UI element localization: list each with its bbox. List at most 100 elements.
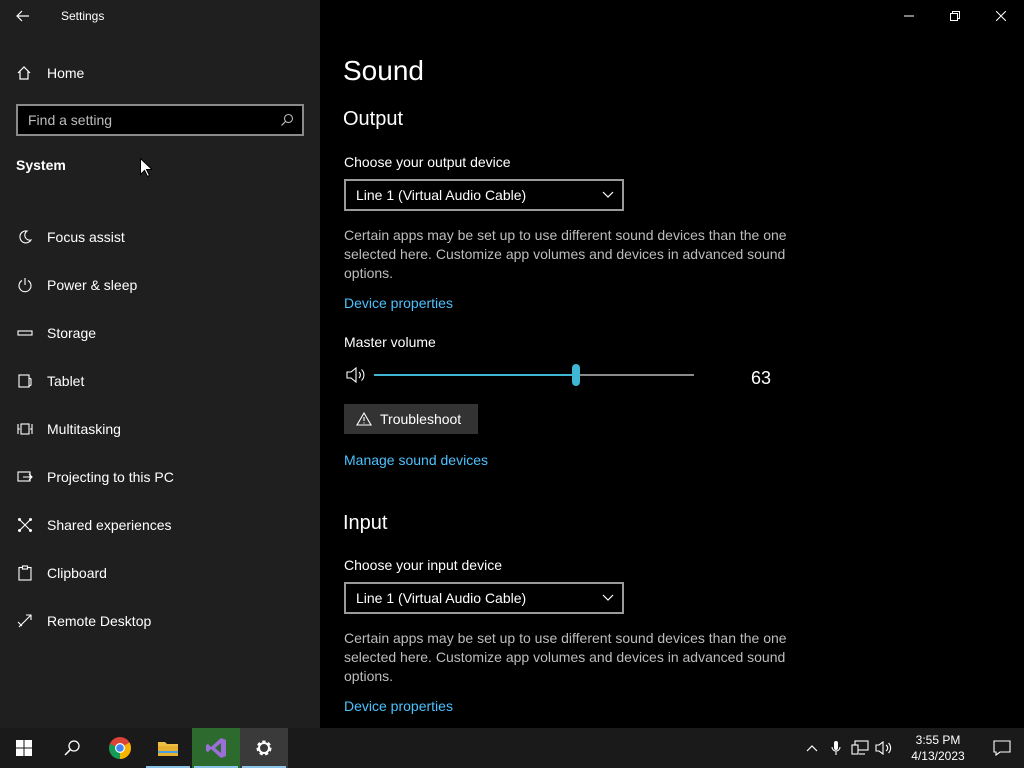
sidebar-item-clipboard[interactable]: Clipboard xyxy=(0,549,320,597)
chevron-up-icon xyxy=(806,745,818,752)
storage-icon xyxy=(16,324,34,342)
taskbar-clock[interactable]: 3:55 PM 4/13/2023 xyxy=(900,732,976,764)
chrome-icon xyxy=(109,737,131,759)
sidebar-item-label: Focus assist xyxy=(47,229,125,245)
sidebar-item-label: Clipboard xyxy=(47,565,107,581)
output-description: Certain apps may be set up to use differ… xyxy=(344,227,787,281)
sidebar-item-power-sleep[interactable]: Power & sleep xyxy=(0,261,320,309)
folder-icon xyxy=(158,742,178,756)
input-device-dropdown[interactable]: Line 1 (Virtual Audio Cable) xyxy=(344,582,624,614)
taskbar: 3:55 PM 4/13/2023 xyxy=(0,728,1024,768)
file-explorer-button[interactable] xyxy=(144,728,192,768)
search-icon xyxy=(64,740,80,756)
system-tray: 3:55 PM 4/13/2023 xyxy=(800,728,1024,768)
search-input[interactable] xyxy=(28,112,280,128)
close-button[interactable] xyxy=(978,0,1024,32)
clock-date: 4/13/2023 xyxy=(911,749,965,763)
sidebar-item-label: Projecting to this PC xyxy=(47,469,174,485)
clipboard-icon xyxy=(16,564,34,582)
page-title: Sound xyxy=(343,55,424,86)
back-arrow-icon xyxy=(16,10,29,22)
power-icon xyxy=(16,276,34,294)
window-controls xyxy=(886,0,1024,32)
manage-sound-devices-link[interactable]: Manage sound devices xyxy=(344,452,488,468)
output-device-value: Line 1 (Virtual Audio Cable) xyxy=(356,187,527,203)
output-device-label: Choose your output device xyxy=(344,154,511,170)
shared-experiences-icon xyxy=(16,516,34,534)
master-volume-label: Master volume xyxy=(344,334,436,350)
chrome-button[interactable] xyxy=(96,728,144,768)
speaker-icon xyxy=(346,366,365,384)
sidebar-item-label: Remote Desktop xyxy=(47,613,152,629)
sidebar-item-focus-assist[interactable]: Focus assist xyxy=(0,213,320,261)
volume-tray-button[interactable] xyxy=(872,728,896,768)
minimize-button[interactable] xyxy=(886,0,932,32)
visual-studio-button[interactable] xyxy=(192,728,240,768)
warning-icon xyxy=(356,412,372,426)
master-volume-value: 63 xyxy=(751,368,772,388)
network-icon xyxy=(851,740,869,755)
action-center-button[interactable] xyxy=(980,728,1024,768)
sidebar-item-label: Storage xyxy=(47,325,97,341)
restore-icon xyxy=(950,11,960,21)
projecting-icon xyxy=(16,468,34,486)
sidebar-item-multitasking[interactable]: Multitasking xyxy=(0,405,320,453)
search-icon xyxy=(281,113,294,126)
remote-desktop-icon xyxy=(16,612,34,630)
sidebar: Settings Home System Focus assist Power … xyxy=(0,0,320,728)
sidebar-item-label: Tablet xyxy=(47,373,85,389)
sidebar-item-projecting[interactable]: Projecting to this PC xyxy=(0,453,320,501)
sidebar-item-remote-desktop[interactable]: Remote Desktop xyxy=(0,597,320,645)
section-title: System xyxy=(16,157,66,173)
chevron-down-icon xyxy=(602,594,614,601)
output-device-properties-link[interactable]: Device properties xyxy=(344,295,453,311)
sidebar-nav: Focus assist Power & sleep Storage Table… xyxy=(0,213,320,645)
input-device-properties-link[interactable]: Device properties xyxy=(344,698,453,714)
visual-studio-icon xyxy=(206,738,226,758)
close-icon xyxy=(996,11,1006,21)
show-hidden-icons-button[interactable] xyxy=(800,728,824,768)
master-volume-slider[interactable] xyxy=(374,364,694,386)
microphone-tray-button[interactable] xyxy=(824,728,848,768)
input-description: Certain apps may be set up to use differ… xyxy=(344,630,787,684)
clock-time: 3:55 PM xyxy=(915,733,961,747)
output-device-dropdown[interactable]: Line 1 (Virtual Audio Cable) xyxy=(344,179,624,211)
search-box[interactable] xyxy=(16,104,304,136)
moon-icon xyxy=(16,228,34,246)
sidebar-item-label: Multitasking xyxy=(47,421,121,437)
title-bar-left: Settings xyxy=(0,0,320,32)
windows-logo-icon xyxy=(16,740,32,756)
volume-fill xyxy=(374,374,576,376)
start-button[interactable] xyxy=(0,728,48,768)
taskbar-search-button[interactable] xyxy=(48,728,96,768)
notification-icon xyxy=(993,740,1011,756)
sidebar-item-storage[interactable]: Storage xyxy=(0,309,320,357)
home-icon xyxy=(17,66,31,80)
back-button[interactable] xyxy=(0,0,46,32)
sidebar-item-label: Power & sleep xyxy=(47,277,138,293)
input-device-value: Line 1 (Virtual Audio Cable) xyxy=(356,590,527,606)
sidebar-item-label: Shared experiences xyxy=(47,517,172,533)
multitasking-icon xyxy=(16,420,34,438)
network-tray-button[interactable] xyxy=(848,728,872,768)
restore-button[interactable] xyxy=(932,0,978,32)
minimize-icon xyxy=(904,15,914,17)
sidebar-item-tablet[interactable]: Tablet xyxy=(0,357,320,405)
tablet-icon xyxy=(16,372,34,390)
chevron-down-icon xyxy=(602,191,614,198)
sidebar-item-shared-experiences[interactable]: Shared experiences xyxy=(0,501,320,549)
speaker-icon xyxy=(875,740,892,756)
app-title: Settings xyxy=(61,9,105,23)
main-content: Sound Output Choose your output device L… xyxy=(320,0,1024,728)
volume-thumb[interactable] xyxy=(571,364,580,386)
input-section-title: Input xyxy=(343,512,388,534)
troubleshoot-label: Troubleshoot xyxy=(380,411,462,427)
input-device-label: Choose your input device xyxy=(344,557,502,573)
settings-taskbar-button[interactable] xyxy=(240,728,288,768)
sidebar-item-home[interactable]: Home xyxy=(0,56,320,90)
sidebar-item-label: Home xyxy=(47,65,85,81)
mouse-cursor-icon xyxy=(140,158,152,178)
output-section-title: Output xyxy=(343,108,404,130)
gear-icon xyxy=(256,740,272,756)
troubleshoot-button[interactable]: Troubleshoot xyxy=(344,404,478,434)
